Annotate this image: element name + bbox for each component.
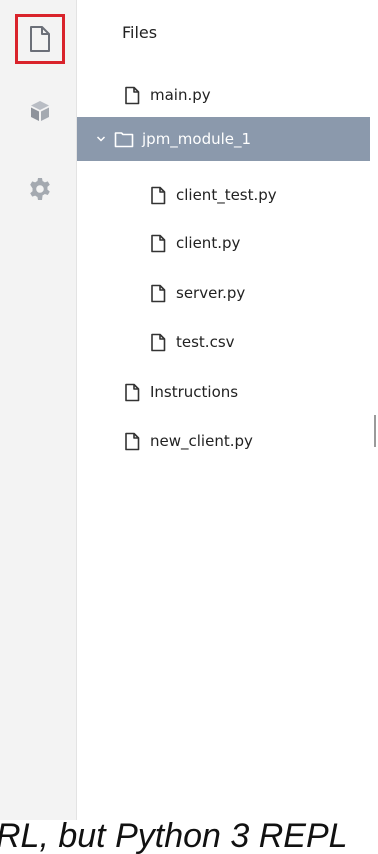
file-icon [148, 331, 168, 353]
package-icon [31, 101, 49, 121]
file-item-label: test.csv [176, 333, 235, 351]
folder-item-jpm-module-1[interactable]: jpm_module_1 [77, 117, 370, 161]
file-item-label: client_test.py [176, 186, 277, 204]
footer-caption-text: RL, but Python 3 REPL [0, 817, 348, 854]
file-item-label: new_client.py [150, 432, 253, 450]
file-icon [30, 26, 50, 52]
packages-tab-button[interactable] [15, 86, 65, 136]
panel-title: Files [122, 23, 158, 42]
settings-tab-button[interactable] [15, 164, 65, 214]
files-tab-button[interactable] [15, 14, 65, 64]
file-item-new-client-py[interactable]: new_client.py [77, 419, 370, 463]
chevron-down-icon[interactable] [94, 132, 108, 146]
folder-icon [114, 128, 134, 150]
file-item-test-csv[interactable]: test.csv [77, 320, 370, 364]
files-panel: Files main.py jpm_module_1 client_test.p… [77, 0, 370, 820]
file-explorer-screen: Files main.py jpm_module_1 client_test.p… [0, 0, 378, 854]
file-icon [148, 282, 168, 304]
file-item-label: Instructions [150, 383, 239, 401]
file-item-server-py[interactable]: server.py [77, 271, 370, 315]
file-item-instructions[interactable]: Instructions [77, 370, 370, 414]
footer-caption: RL, but Python 3 REPL [0, 816, 378, 854]
file-item-label: client.py [176, 234, 241, 252]
gear-icon [30, 178, 50, 200]
file-item-main-py[interactable]: main.py [77, 73, 370, 117]
folder-item-label: jpm_module_1 [142, 130, 252, 148]
panel-header: Files [77, 0, 370, 70]
file-item-label: main.py [150, 86, 211, 104]
panel-resize-handle[interactable] [374, 415, 376, 447]
file-item-client-py[interactable]: client.py [77, 221, 370, 265]
file-icon [148, 232, 168, 254]
file-item-client-test-py[interactable]: client_test.py [77, 173, 370, 217]
file-item-label: server.py [176, 284, 246, 302]
file-icon [122, 84, 142, 106]
file-icon [122, 430, 142, 452]
file-icon [148, 184, 168, 206]
activity-bar [0, 0, 77, 820]
file-icon [122, 381, 142, 403]
